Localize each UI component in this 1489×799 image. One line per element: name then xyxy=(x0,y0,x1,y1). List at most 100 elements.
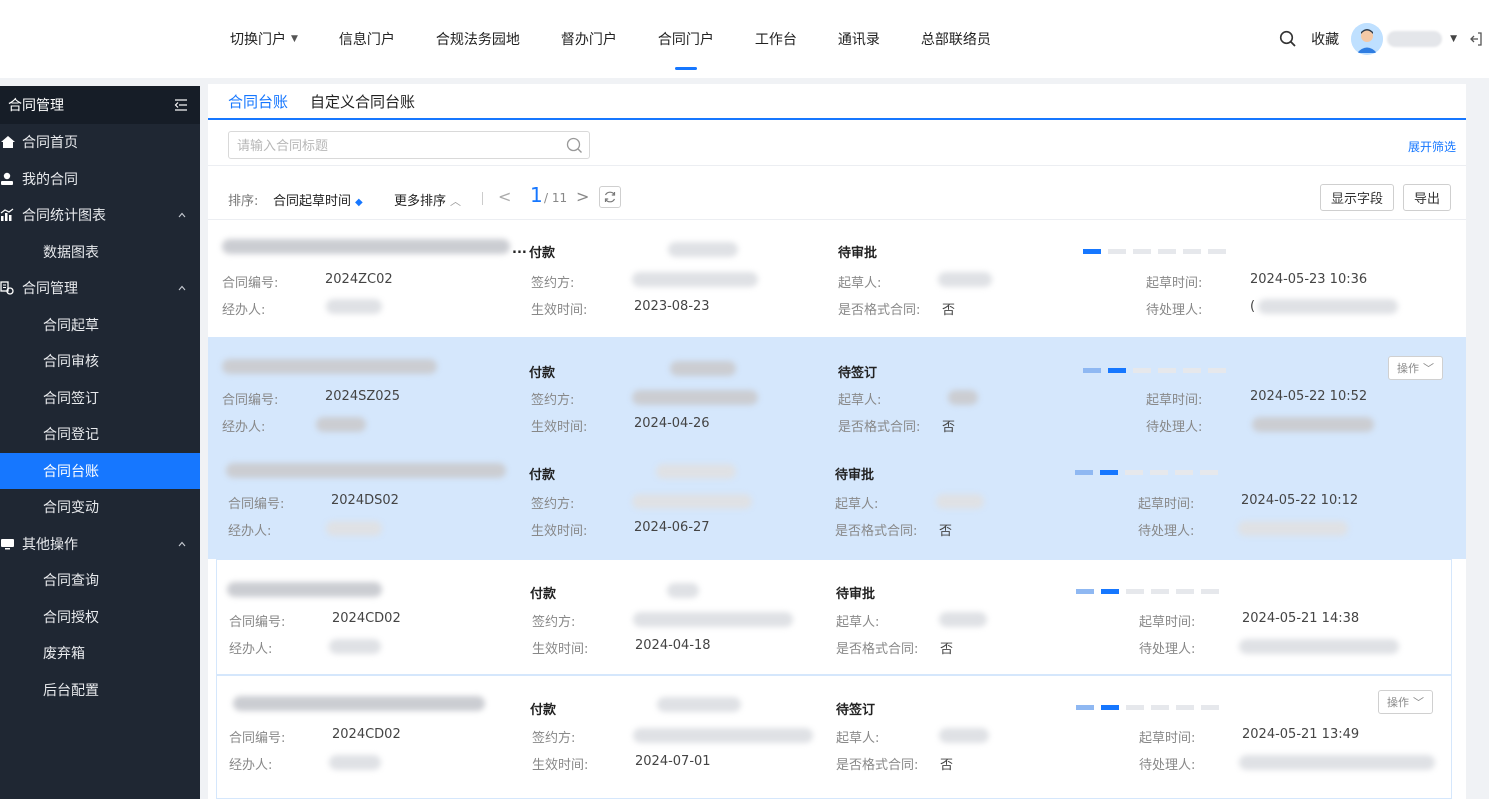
tab-ledger[interactable]: 合同台账 xyxy=(228,91,288,118)
sidebar-item-home[interactable]: 合同首页 xyxy=(0,124,200,161)
nav-supervision[interactable]: 督办门户 xyxy=(561,0,617,78)
progress-step xyxy=(1101,705,1119,710)
approval-progress xyxy=(1083,249,1233,254)
chart-icon xyxy=(0,208,14,222)
collapse-menu-icon[interactable] xyxy=(174,99,188,111)
pending-value xyxy=(1252,417,1374,432)
contract-icon xyxy=(0,281,14,295)
progress-step xyxy=(1151,589,1169,594)
more-sort-button[interactable]: 更多排序 ︿ xyxy=(394,190,461,209)
search-icon[interactable] xyxy=(1279,30,1297,48)
sidebar-item-sign[interactable]: 合同签订 xyxy=(0,380,200,417)
search-input[interactable] xyxy=(228,131,590,159)
effective-date: 2024-04-18 xyxy=(635,638,711,653)
approval-progress xyxy=(1075,470,1225,475)
sidebar-item-my-contracts[interactable]: 我的合同 xyxy=(0,161,200,198)
label-signer: 签约方: xyxy=(532,731,576,746)
sidebar-item-query[interactable]: 合同查询 xyxy=(0,562,200,599)
contract-type: 付款 xyxy=(530,703,557,718)
sidebar-item-label: 数据图表 xyxy=(43,244,99,261)
contract-no: 2024SZ025 xyxy=(325,389,401,404)
refresh-button[interactable] xyxy=(599,186,621,208)
user-name[interactable] xyxy=(1387,31,1443,47)
contract-title[interactable] xyxy=(226,463,506,478)
sidebar-item-data-chart[interactable]: 数据图表 xyxy=(0,234,200,271)
avatar[interactable] xyxy=(1351,23,1384,55)
sort-field-select[interactable]: 合同起草时间 ◆ xyxy=(273,190,363,209)
label-handler: 经办人: xyxy=(222,420,266,435)
label-signer: 签约方: xyxy=(532,615,576,630)
contract-title[interactable] xyxy=(222,359,437,374)
nav-switch-portal[interactable]: 切换门户 ▼ xyxy=(230,0,298,78)
search-row: 展开筛选 xyxy=(208,122,1466,166)
sidebar-item-stats[interactable]: 合同统计图表 xyxy=(0,197,200,234)
sidebar-item-label: 合同登记 xyxy=(43,427,99,444)
nav-compliance[interactable]: 合规法务园地 xyxy=(436,0,520,78)
contract-title[interactable] xyxy=(222,239,510,254)
contract-title[interactable] xyxy=(233,696,485,711)
effective-date: 2024-04-26 xyxy=(634,416,710,431)
nav-workbench[interactable]: 工作台 xyxy=(755,0,797,78)
label-drafter: 起草人: xyxy=(835,497,879,512)
drafter-value xyxy=(939,728,989,743)
nav-info-portal[interactable]: 信息门户 xyxy=(339,0,395,78)
nav-liaison[interactable]: 总部联络员 xyxy=(921,0,991,78)
progress-step xyxy=(1133,249,1151,254)
expand-filter-link[interactable]: 展开筛选 xyxy=(1408,138,1456,155)
pending-value xyxy=(1239,639,1399,654)
nav-contract-portal[interactable]: 合同门户 xyxy=(658,0,714,78)
tab-custom-ledger[interactable]: 自定义合同台账 xyxy=(310,91,415,118)
sidebar-item-backend-config[interactable]: 后台配置 xyxy=(0,672,200,709)
favorites-link[interactable]: 收藏 xyxy=(1311,29,1339,49)
chevron-up-icon xyxy=(178,212,186,218)
refresh-icon xyxy=(604,191,616,203)
handler-value xyxy=(316,417,366,432)
next-page-button[interactable]: > xyxy=(576,187,589,206)
progress-step xyxy=(1183,249,1201,254)
nav-item-label: 切换门户 xyxy=(230,32,286,48)
sidebar-item-authorize[interactable]: 合同授权 xyxy=(0,599,200,636)
operate-dropdown[interactable]: 操作 ﹀ xyxy=(1388,356,1443,380)
label-effective-date: 生效时间: xyxy=(531,524,588,539)
contract-card[interactable]: 付款 待审批 合同编号: 2024CD02 签约方: 起草人: 起草时间: 20… xyxy=(216,559,1452,675)
contract-amount xyxy=(668,242,738,257)
nav-contacts[interactable]: 通讯录 xyxy=(838,0,880,78)
progress-step xyxy=(1133,368,1151,373)
label-contract-no: 合同编号: xyxy=(228,497,285,512)
sidebar-item-draft[interactable]: 合同起草 xyxy=(0,307,200,344)
operate-label: 操作 xyxy=(1397,362,1419,375)
draft-time: 2024-05-22 10:52 xyxy=(1250,389,1368,404)
contract-card[interactable]: ... 付款 待审批 合同编号: 2024ZC02 签约方: 起草人: 起草时间… xyxy=(208,225,1466,337)
caret-down-icon[interactable]: ▼ xyxy=(1450,34,1457,44)
sort-field-label: 合同起草时间 xyxy=(273,194,352,209)
sidebar-item-ledger[interactable]: 合同台账 xyxy=(0,452,200,489)
sidebar-item-trash[interactable]: 废弃箱 xyxy=(0,635,200,672)
prev-page-button[interactable]: < xyxy=(498,187,511,206)
search-icon[interactable] xyxy=(566,137,583,154)
sidebar-item-review[interactable]: 合同审核 xyxy=(0,343,200,380)
export-button[interactable]: 导出 xyxy=(1403,184,1452,211)
sidebar-item-register[interactable]: 合同登记 xyxy=(0,416,200,453)
sidebar-item-contract-management[interactable]: 合同管理 xyxy=(0,270,200,307)
contract-title[interactable] xyxy=(227,582,382,597)
nav-item-label: 工作台 xyxy=(754,32,797,48)
progress-step xyxy=(1158,368,1176,373)
label-draft-time: 起草时间: xyxy=(1146,393,1203,408)
progress-step xyxy=(1125,470,1143,475)
logout-icon[interactable] xyxy=(1469,31,1483,47)
sidebar-item-label: 合同审核 xyxy=(43,354,99,371)
sidebar-item-change[interactable]: 合同变动 xyxy=(0,489,200,526)
operate-dropdown[interactable]: 操作 ﹀ xyxy=(1378,690,1433,714)
nav-item-label: 合同门户 xyxy=(657,32,714,48)
progress-step xyxy=(1201,705,1219,710)
title-ellipsis: ... xyxy=(512,242,527,257)
is-template: 否 xyxy=(942,420,956,435)
show-fields-button[interactable]: 显示字段 xyxy=(1320,184,1395,211)
sidebar-item-other[interactable]: 其他操作 xyxy=(0,526,200,563)
sidebar-item-label: 合同台账 xyxy=(43,463,99,480)
label-is-template: 是否格式合同: xyxy=(836,642,919,657)
contract-card[interactable]: 付款 待签订 操作 ﹀ 合同编号: 2024CD02 签约方: 起草人: 起草时间… xyxy=(216,675,1452,799)
label-signer: 签约方: xyxy=(531,497,575,512)
label-draft-time: 起草时间: xyxy=(1139,731,1196,746)
progress-step xyxy=(1076,589,1094,594)
